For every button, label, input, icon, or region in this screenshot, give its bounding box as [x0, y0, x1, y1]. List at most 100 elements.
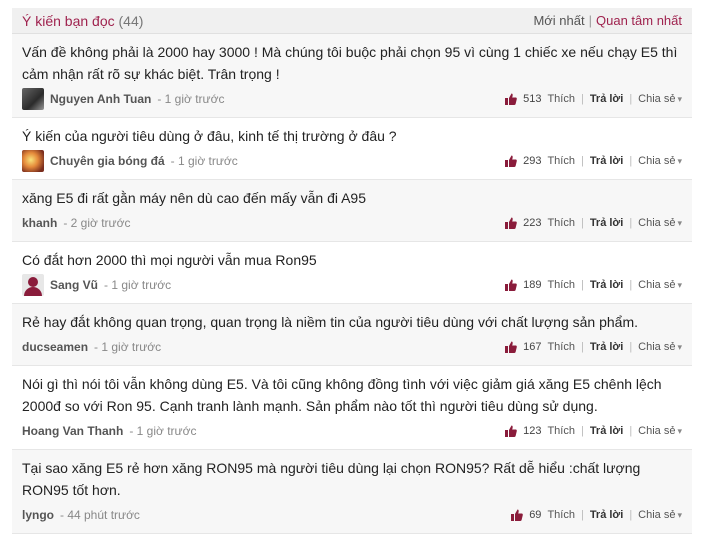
- comment-meta: lyngo - 44 phút trước 69 Thích | Trả lời…: [22, 503, 682, 527]
- comment-item: Ý kiến của người tiêu dùng ở đâu, kinh t…: [12, 118, 692, 180]
- reply-button[interactable]: Trả lời: [590, 155, 624, 167]
- share-button[interactable]: Chia sẻ ▾: [638, 93, 682, 105]
- comment-author[interactable]: Chuyên gia bóng đá: [50, 154, 165, 168]
- comment-author-wrap: khanh - 2 giờ trước: [22, 216, 130, 230]
- share-button[interactable]: Chia sẻ ▾: [638, 217, 682, 229]
- like-button[interactable]: Thích: [547, 425, 575, 437]
- comment-item: Rẻ hay đắt không quan trọng, quan trọng …: [12, 304, 692, 366]
- like-button[interactable]: Thích: [547, 509, 575, 521]
- reply-button[interactable]: Trả lời: [590, 425, 624, 437]
- like-button[interactable]: Thích: [547, 93, 575, 105]
- action-divider: |: [580, 425, 584, 437]
- avatar[interactable]: [22, 88, 44, 110]
- thumbs-up-icon[interactable]: [505, 155, 517, 167]
- comment-item: Có đắt hơn 2000 thì mọi người vẫn mua Ro…: [12, 242, 692, 304]
- share-label: Chia sẻ: [638, 93, 676, 105]
- comment-actions: 69 Thích | Trả lời | Chia sẻ ▾: [511, 509, 682, 521]
- sort-newest-link[interactable]: Mới nhất: [533, 13, 584, 28]
- comment-item: Vấn đề không phải là 2000 hay 3000 ! Mà …: [12, 34, 692, 118]
- comment-time: - 1 giờ trước: [157, 92, 225, 106]
- sort-popular-link[interactable]: Quan tâm nhất: [596, 13, 682, 28]
- comment-actions: 123 Thích | Trả lời | Chia sẻ ▾: [505, 425, 682, 437]
- like-count: 223: [523, 217, 542, 229]
- thumbs-up-icon[interactable]: [505, 341, 517, 353]
- comment-actions: 293 Thích | Trả lời | Chia sẻ ▾: [505, 155, 682, 167]
- comment-actions: 167 Thích | Trả lời | Chia sẻ ▾: [505, 341, 682, 353]
- chevron-down-icon: ▾: [677, 218, 682, 228]
- reply-button[interactable]: Trả lời: [590, 341, 624, 353]
- action-divider: |: [629, 279, 633, 291]
- share-button[interactable]: Chia sẻ ▾: [638, 425, 682, 437]
- thumbs-up-icon[interactable]: [505, 217, 517, 229]
- comment-item: xăng E5 đi rất gằn máy nên dù cao đến mấ…: [12, 180, 692, 242]
- action-divider: |: [580, 509, 584, 521]
- share-label: Chia sẻ: [638, 425, 676, 437]
- action-divider: |: [580, 279, 584, 291]
- like-button[interactable]: Thích: [547, 279, 575, 291]
- like-count: 189: [523, 279, 542, 291]
- comments-title-text: Ý kiến bạn đọc: [22, 12, 115, 29]
- chevron-down-icon: ▾: [677, 342, 682, 352]
- share-button[interactable]: Chia sẻ ▾: [638, 341, 682, 353]
- comment-list: Vấn đề không phải là 2000 hay 3000 ! Mà …: [12, 34, 692, 534]
- like-count: 123: [523, 425, 542, 437]
- comment-author[interactable]: Sang Vũ: [50, 278, 98, 292]
- comment-text: Vấn đề không phải là 2000 hay 3000 ! Mà …: [22, 44, 678, 82]
- action-divider: |: [629, 93, 633, 105]
- share-button[interactable]: Chia sẻ ▾: [638, 279, 682, 291]
- comment-meta: Nguyen Anh Tuan - 1 giờ trước 513 Thích …: [22, 87, 682, 111]
- comment-author-wrap: ducseamen - 1 giờ trước: [22, 340, 161, 354]
- comment-author[interactable]: Nguyen Anh Tuan: [50, 92, 151, 106]
- share-label: Chia sẻ: [638, 279, 676, 291]
- chevron-down-icon: ▾: [677, 510, 682, 520]
- avatar[interactable]: [22, 150, 44, 172]
- comment-author[interactable]: ducseamen: [22, 340, 88, 354]
- comment-time: - 2 giờ trước: [63, 216, 131, 230]
- share-button[interactable]: Chia sẻ ▾: [638, 509, 682, 521]
- comment-time: - 1 giờ trước: [129, 424, 197, 438]
- comment-item: Nói gì thì nói tôi vẫn không dùng E5. Và…: [12, 366, 692, 450]
- comment-text: Ý kiến của người tiêu dùng ở đâu, kinh t…: [22, 128, 397, 144]
- share-label: Chia sẻ: [638, 341, 676, 353]
- comment-author[interactable]: khanh: [22, 216, 57, 230]
- chevron-down-icon: ▾: [677, 426, 682, 436]
- action-divider: |: [580, 217, 584, 229]
- comment-author-wrap: Nguyen Anh Tuan - 1 giờ trước: [22, 88, 224, 110]
- share-label: Chia sẻ: [638, 217, 676, 229]
- action-divider: |: [629, 425, 633, 437]
- comment-text: xăng E5 đi rất gằn máy nên dù cao đến mấ…: [22, 190, 367, 206]
- like-button[interactable]: Thích: [547, 217, 575, 229]
- avatar[interactable]: [22, 274, 44, 296]
- like-count: 513: [523, 93, 542, 105]
- comment-actions: 189 Thích | Trả lời | Chia sẻ ▾: [505, 279, 682, 291]
- like-button[interactable]: Thích: [547, 155, 575, 167]
- comment-meta: khanh - 2 giờ trước 223 Thích | Trả lời …: [22, 211, 682, 235]
- comment-text: Rẻ hay đắt không quan trọng, quan trọng …: [22, 314, 638, 330]
- like-count: 293: [523, 155, 542, 167]
- share-label: Chia sẻ: [638, 509, 676, 521]
- comment-meta: ducseamen - 1 giờ trước 167 Thích | Trả …: [22, 335, 682, 359]
- comment-meta: Chuyên gia bóng đá - 1 giờ trước 293 Thí…: [22, 149, 682, 173]
- comment-author-wrap: Sang Vũ - 1 giờ trước: [22, 274, 171, 296]
- comment-meta: Hoang Van Thanh - 1 giờ trước 123 Thích …: [22, 419, 682, 443]
- like-button[interactable]: Thích: [547, 341, 575, 353]
- reply-button[interactable]: Trả lời: [590, 509, 624, 521]
- thumbs-up-icon[interactable]: [505, 279, 517, 291]
- comment-actions: 513 Thích | Trả lời | Chia sẻ ▾: [505, 93, 682, 105]
- share-label: Chia sẻ: [638, 155, 676, 167]
- reply-button[interactable]: Trả lời: [590, 93, 624, 105]
- comment-text: Tại sao xăng E5 rẻ hơn xăng RON95 mà ngư…: [22, 460, 641, 498]
- comment-text: Nói gì thì nói tôi vẫn không dùng E5. Và…: [22, 376, 662, 414]
- reply-button[interactable]: Trả lời: [590, 279, 624, 291]
- reply-button[interactable]: Trả lời: [590, 217, 624, 229]
- comments-section: Ý kiến bạn đọc (44) Mới nhất | Quan tâm …: [0, 0, 722, 534]
- thumbs-up-icon[interactable]: [511, 509, 524, 521]
- thumbs-up-icon[interactable]: [505, 425, 517, 437]
- action-divider: |: [629, 341, 633, 353]
- comment-text: Có đắt hơn 2000 thì mọi người vẫn mua Ro…: [22, 252, 317, 268]
- comment-time: - 1 giờ trước: [94, 340, 162, 354]
- share-button[interactable]: Chia sẻ ▾: [638, 155, 682, 167]
- comments-count: (44): [118, 12, 144, 29]
- comment-author[interactable]: Hoang Van Thanh: [22, 424, 123, 438]
- thumbs-up-icon[interactable]: [505, 93, 517, 105]
